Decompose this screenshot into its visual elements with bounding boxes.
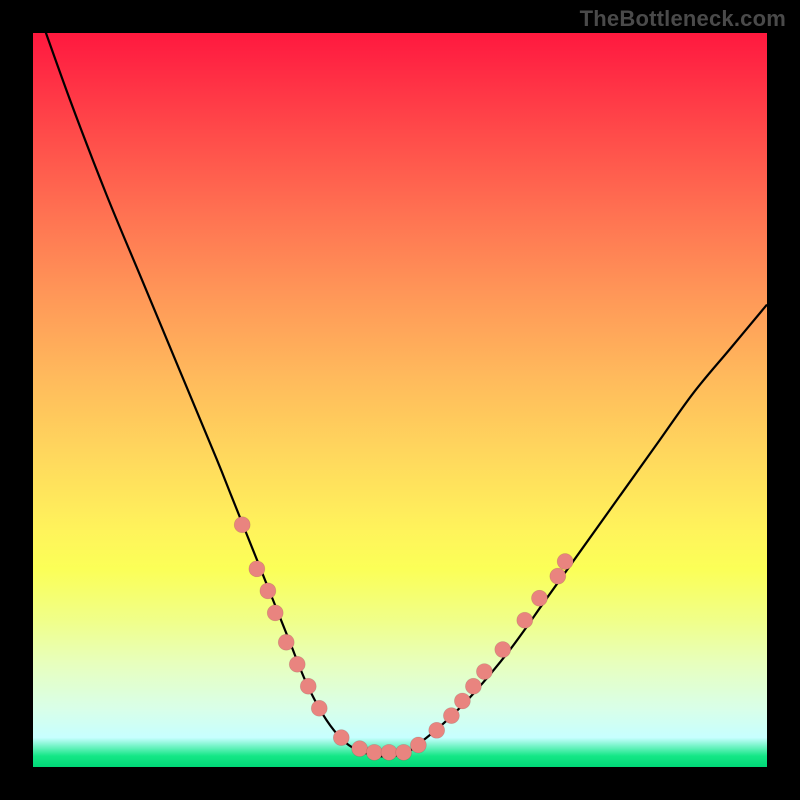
data-point [234, 517, 250, 533]
data-point [311, 700, 327, 716]
data-point [396, 744, 412, 760]
data-point [465, 678, 481, 694]
data-point [410, 737, 426, 753]
data-point [289, 656, 305, 672]
data-point [550, 568, 566, 584]
data-point [366, 744, 382, 760]
scatter-points [234, 517, 573, 761]
plot-area [33, 33, 767, 767]
bottleneck-curve [33, 33, 767, 767]
data-point [278, 634, 294, 650]
data-point [476, 664, 492, 680]
data-point [267, 605, 283, 621]
data-point [300, 678, 316, 694]
data-point [454, 693, 470, 709]
data-point [249, 561, 265, 577]
data-point [260, 583, 276, 599]
data-point [557, 553, 573, 569]
data-point [495, 642, 511, 658]
data-point [531, 590, 547, 606]
data-point [517, 612, 533, 628]
chart-frame: TheBottleneck.com [0, 0, 800, 800]
data-point [381, 744, 397, 760]
data-point [443, 708, 459, 724]
watermark-text: TheBottleneck.com [580, 6, 786, 32]
data-point [333, 730, 349, 746]
data-point [352, 741, 368, 757]
data-point [429, 722, 445, 738]
